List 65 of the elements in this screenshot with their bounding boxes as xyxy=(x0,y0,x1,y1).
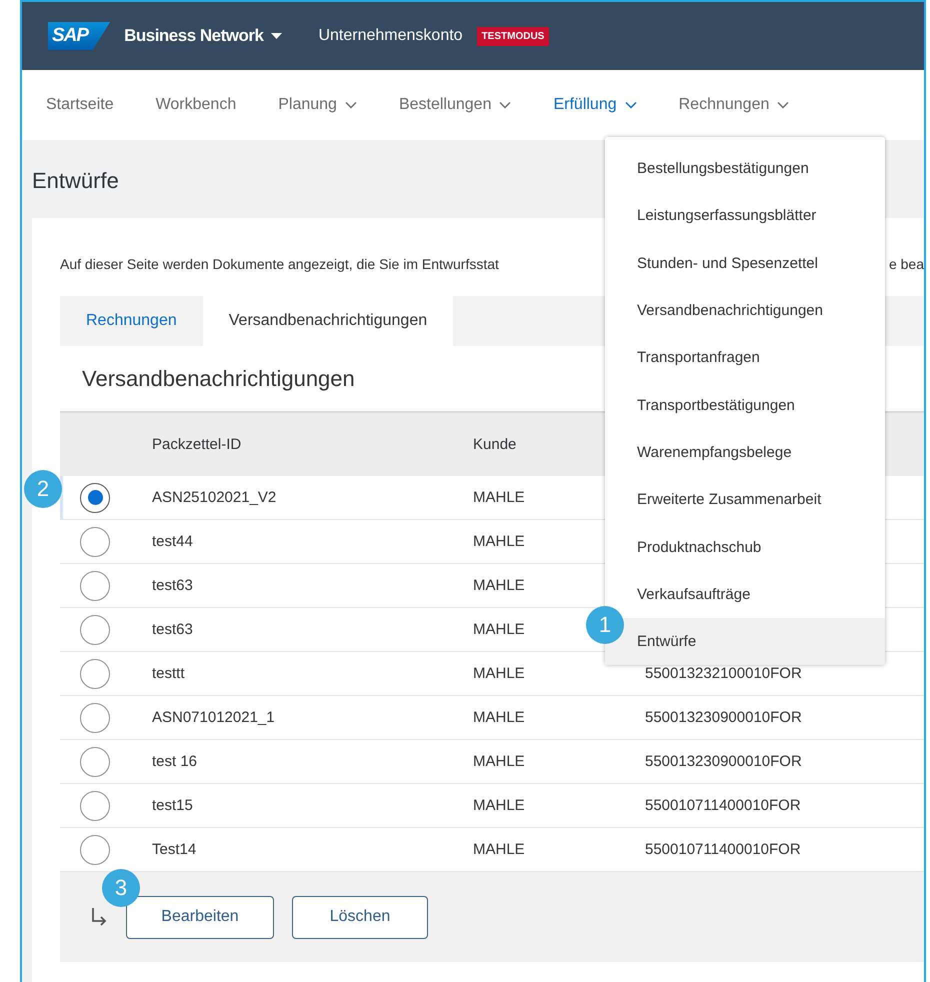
table-cell: 550010711400010FOR xyxy=(645,797,801,814)
step-badge: 2 xyxy=(24,470,62,508)
radio-button[interactable] xyxy=(80,790,110,820)
nav-item[interactable]: Workbench xyxy=(156,96,236,114)
nav-item[interactable]: Startseite xyxy=(46,96,114,114)
table-cell: 550013230900010FOR xyxy=(645,709,802,726)
page-title: Entwürfe xyxy=(32,168,119,195)
radio-button[interactable] xyxy=(80,746,110,776)
description-text: e bea xyxy=(888,256,924,272)
table-cell: ASN25102021_V2 xyxy=(152,489,276,506)
menu-item[interactable]: Erweiterte Zusammenarbeit xyxy=(605,476,885,524)
table-cell: MAHLE xyxy=(473,709,525,726)
account-name: Unternehmenskonto xyxy=(318,27,463,45)
radio-button[interactable] xyxy=(80,702,110,732)
table-cell: MAHLE xyxy=(473,621,525,638)
tab[interactable]: Versandbenachrichtigungen xyxy=(202,296,454,346)
menu-item[interactable]: Bestellungsbestätigungen xyxy=(605,145,885,192)
table-cell: test 16 xyxy=(152,753,198,770)
radio-button[interactable] xyxy=(80,834,110,864)
table-cell: MAHLE xyxy=(473,753,525,770)
column-header: Packzettel-ID xyxy=(152,436,242,453)
nav-item[interactable]: Erfüllung xyxy=(553,96,637,114)
table-cell: Test14 xyxy=(152,841,196,858)
menu-item[interactable]: Versandbenachrichtigungen xyxy=(605,286,885,334)
radio-button[interactable] xyxy=(80,482,110,512)
logo: SAP xyxy=(48,22,110,50)
table-cell: MAHLE xyxy=(473,533,525,550)
radio-button[interactable] xyxy=(80,526,110,556)
table-cell: MAHLE xyxy=(473,489,525,506)
arrow-down-right-icon xyxy=(90,906,108,928)
table-cell: test63 xyxy=(152,577,193,594)
radio-button[interactable] xyxy=(80,658,110,688)
table-cell: test44 xyxy=(152,533,193,550)
nav-item[interactable]: Bestellungen xyxy=(398,96,512,114)
action-button[interactable]: Löschen xyxy=(292,896,428,938)
menu-item[interactable]: Leistungserfassungsblätter xyxy=(605,192,885,240)
table-cell: testtt xyxy=(152,665,185,682)
section-title: Versandbenachrichtigungen xyxy=(82,364,355,393)
table-cell: 550013230900010FOR xyxy=(645,753,802,770)
menu-item[interactable]: Stunden- und Spesenzettel xyxy=(605,240,885,287)
product-menu[interactable]: Business Network xyxy=(124,26,282,46)
table-cell: ASN071012021_1 xyxy=(152,709,275,726)
menu-item[interactable]: Produktnachschub xyxy=(605,523,885,571)
radio-button[interactable] xyxy=(80,570,110,600)
action-button[interactable]: Bearbeiten xyxy=(126,896,274,938)
nav-item[interactable]: Planung xyxy=(278,96,357,114)
description-text: Auf dieser Seite werden Dokumente angezeigt, die Sie im Entwurfsstat xyxy=(60,256,499,272)
table-cell: test15 xyxy=(152,797,193,814)
table-cell: MAHLE xyxy=(473,797,525,814)
step-badge: 3 xyxy=(102,868,140,906)
mode-badge: TESTMODUS xyxy=(476,26,550,46)
table-cell: test63 xyxy=(152,621,193,638)
caret-icon xyxy=(271,32,282,40)
table-cell: MAHLE xyxy=(473,665,525,682)
table-cell: 550010711400010FOR xyxy=(645,841,801,858)
menu-item[interactable]: Transportbestätigungen xyxy=(605,381,885,429)
table-cell: MAHLE xyxy=(473,841,525,858)
radio-button[interactable] xyxy=(80,614,110,644)
menu-item[interactable]: Transportanfragen xyxy=(605,334,885,382)
tab[interactable]: Rechnungen xyxy=(60,296,203,346)
nav-item[interactable]: Rechnungen xyxy=(678,96,790,114)
table-cell: MAHLE xyxy=(473,577,525,594)
table-cell: 550013232100010FOR xyxy=(645,665,802,682)
column-header: Kunde xyxy=(473,436,516,453)
menu-item[interactable]: Warenempfangsbelege xyxy=(605,428,885,476)
